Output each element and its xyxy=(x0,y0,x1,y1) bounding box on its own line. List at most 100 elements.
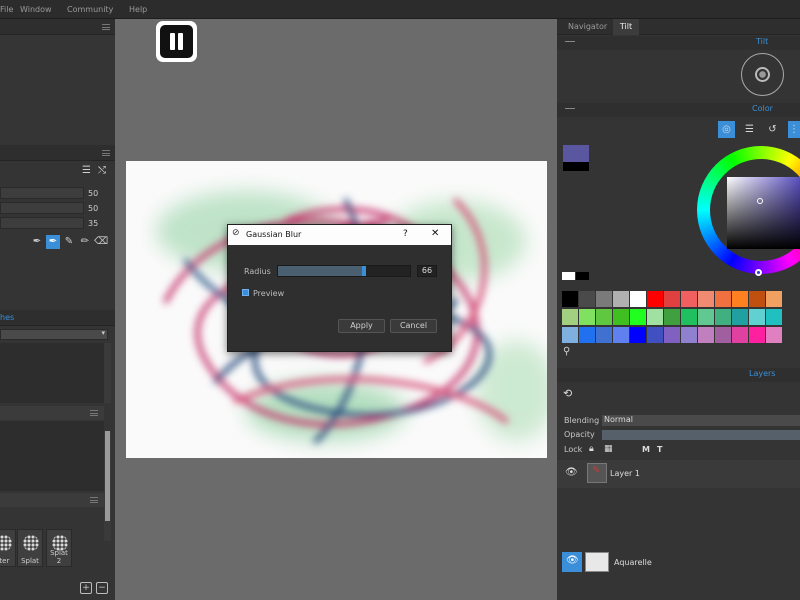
swap-icon[interactable]: ⤭ xyxy=(98,165,106,176)
grip-icon[interactable] xyxy=(102,24,110,30)
brush-thumb-scatter[interactable]: tter xyxy=(0,529,16,567)
palette-swatch[interactable] xyxy=(664,327,680,343)
color-wheel-mode-icon[interactable]: ◎ xyxy=(718,121,735,138)
palette-swatch[interactable] xyxy=(664,309,680,325)
palette-swatch[interactable] xyxy=(630,291,646,307)
current-color-swatch[interactable] xyxy=(563,145,589,162)
palette-swatch[interactable] xyxy=(664,291,680,307)
palette-swatch[interactable] xyxy=(749,327,765,343)
palette-swatch[interactable] xyxy=(630,309,646,325)
radius-value-field[interactable]: 66 xyxy=(417,265,437,277)
color-picker-handle[interactable] xyxy=(757,198,763,204)
lock-transparency-icon[interactable]: 🔒︎ xyxy=(589,444,594,454)
palette-swatch[interactable] xyxy=(698,291,714,307)
close-button[interactable]: ✕ xyxy=(431,228,439,239)
cancel-button[interactable]: Cancel xyxy=(390,319,437,333)
palette-swatch[interactable] xyxy=(681,291,697,307)
palette-swatch[interactable] xyxy=(596,291,612,307)
menu-help[interactable]: Help xyxy=(129,5,147,14)
palette-swatch[interactable] xyxy=(647,291,663,307)
palette-swatch[interactable] xyxy=(596,309,612,325)
secondary-color-swatch[interactable] xyxy=(563,162,589,171)
remove-icon[interactable]: − xyxy=(96,582,108,594)
layer-options-icon[interactable]: ⟲ xyxy=(563,387,572,400)
smudge-icon[interactable]: ✎ xyxy=(62,235,76,249)
palette-swatch[interactable] xyxy=(732,291,748,307)
palette-swatch[interactable] xyxy=(749,291,765,307)
palette-swatch[interactable] xyxy=(698,327,714,343)
tab-navigator[interactable]: Navigator xyxy=(568,22,607,31)
palette-swatch[interactable] xyxy=(579,291,595,307)
palette-swatch[interactable] xyxy=(766,309,782,325)
lock-m-toggle[interactable]: M xyxy=(642,445,650,454)
palette-swatch[interactable] xyxy=(715,327,731,343)
brushes-tab[interactable]: hes xyxy=(0,313,14,322)
tilt-knob-icon[interactable] xyxy=(755,67,770,82)
pause-button[interactable] xyxy=(156,21,197,62)
palette-swatch[interactable] xyxy=(562,309,578,325)
brush-group-row[interactable] xyxy=(0,406,104,420)
visibility-eye-icon[interactable]: 👁︎ xyxy=(565,467,578,478)
palette-swatch[interactable] xyxy=(613,291,629,307)
eraser-icon[interactable]: ⌫ xyxy=(94,235,108,249)
palette-swatch[interactable] xyxy=(766,327,782,343)
palette-swatch[interactable] xyxy=(749,309,765,325)
palette-swatch[interactable] xyxy=(579,309,595,325)
background-visibility-button[interactable]: 👁︎ xyxy=(562,552,582,572)
pencil-icon[interactable]: ✏ xyxy=(78,235,92,249)
palette-swatch[interactable] xyxy=(715,291,731,307)
brush-category-dropdown[interactable]: ▾ xyxy=(0,329,108,340)
palette-swatch[interactable] xyxy=(732,327,748,343)
radius-slider[interactable] xyxy=(277,265,411,277)
brush-list[interactable] xyxy=(0,343,104,403)
palette-swatch[interactable] xyxy=(579,327,595,343)
brush-group-row[interactable] xyxy=(0,493,104,507)
color-palette-icon[interactable]: ⋮ xyxy=(788,121,800,138)
layer-row[interactable]: 👁︎ ✎ Layer 1 xyxy=(557,460,800,488)
radius-slider-handle[interactable] xyxy=(362,266,366,276)
palette-swatch[interactable] xyxy=(562,327,578,343)
menu-file[interactable]: File xyxy=(0,5,13,14)
palette-swatch[interactable] xyxy=(647,309,663,325)
color-history-icon[interactable]: ↺ xyxy=(764,121,781,138)
brush-thumb-splat[interactable]: Splat xyxy=(17,529,43,567)
paint-brush-icon[interactable]: ✒ xyxy=(30,235,44,249)
palette-swatch[interactable] xyxy=(715,309,731,325)
scrollbar[interactable] xyxy=(104,343,111,403)
grip-icon[interactable] xyxy=(90,497,98,503)
palette-swatch[interactable] xyxy=(613,327,629,343)
palette-swatch[interactable] xyxy=(596,327,612,343)
white-swatch[interactable] xyxy=(562,272,575,280)
black-swatch[interactable] xyxy=(576,272,589,280)
preview-checkbox[interactable] xyxy=(242,289,249,296)
brush-opacity-slider[interactable] xyxy=(0,202,84,214)
apply-button[interactable]: Apply xyxy=(338,319,385,333)
menu-window[interactable]: Window xyxy=(20,5,52,14)
brush-flow-slider[interactable] xyxy=(0,217,84,229)
grip-icon[interactable] xyxy=(102,150,110,156)
help-button[interactable]: ? xyxy=(403,229,408,239)
eyedropper-icon[interactable]: ⚲ xyxy=(563,346,570,357)
scrollbar[interactable] xyxy=(104,431,111,541)
palette-swatch[interactable] xyxy=(681,309,697,325)
menu-community[interactable]: Community xyxy=(67,5,113,14)
palette-swatch[interactable] xyxy=(647,327,663,343)
scrollbar-thumb[interactable] xyxy=(105,431,110,521)
hue-handle[interactable] xyxy=(755,269,762,276)
palette-swatch[interactable] xyxy=(681,327,697,343)
tilt-indicator[interactable] xyxy=(741,53,784,96)
brush-thumb-splat-2[interactable]: Splat 2 xyxy=(46,529,72,567)
palette-swatch[interactable] xyxy=(562,291,578,307)
palette-swatch[interactable] xyxy=(613,309,629,325)
settings-sliders-icon[interactable]: ☰ xyxy=(82,165,91,176)
tab-tilt[interactable]: Tilt xyxy=(613,19,639,35)
opacity-slider[interactable] xyxy=(602,430,800,440)
color-sliders-icon[interactable]: ☰ xyxy=(741,121,758,138)
collapse-icon[interactable] xyxy=(565,41,575,42)
collapse-icon[interactable] xyxy=(565,108,575,109)
paint-brush-active-icon[interactable]: ✒ xyxy=(46,235,60,249)
palette-swatch[interactable] xyxy=(630,327,646,343)
brush-size-slider[interactable] xyxy=(0,187,84,199)
palette-swatch[interactable] xyxy=(698,309,714,325)
duplicate-icon[interactable]: + xyxy=(80,582,92,594)
